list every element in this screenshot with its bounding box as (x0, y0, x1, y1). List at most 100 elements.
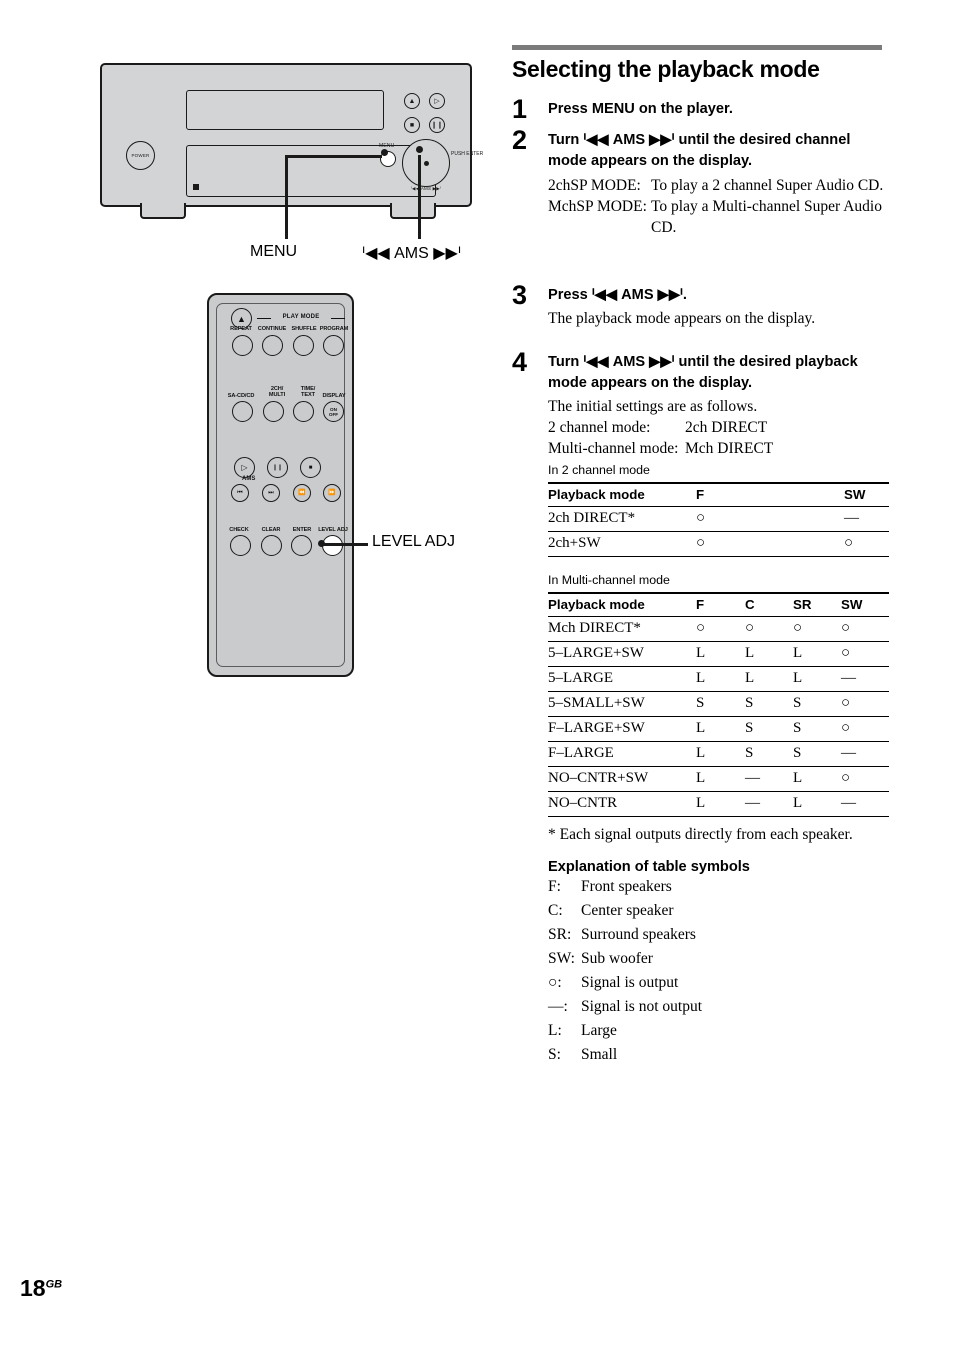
step-4-number: 4 (512, 347, 528, 377)
cell-f-row-4: L (696, 716, 745, 742)
stop-icon[interactable]: ■ (404, 117, 420, 133)
remote-rewind-icon[interactable]: ⏪ (293, 484, 311, 502)
push-enter-label: PUSH ENTER (451, 151, 484, 157)
table-row: 5–SMALL+SW S S S ○ (548, 691, 889, 717)
remote-button-enter[interactable] (291, 535, 312, 556)
step-1-title: Press MENU on the player. (548, 101, 733, 117)
table-header-row-2ch: Playback mode F SW (548, 482, 889, 507)
cell-mode-row-0: Mch DIRECT* (548, 616, 696, 642)
callout-dot-menu (381, 149, 388, 156)
col-header-playback-mode-2ch: Playback mode (548, 482, 696, 507)
remote-button-shuffle[interactable] (293, 335, 314, 356)
remote-label-program: PROGRAM (319, 326, 349, 332)
remote-button-2ch-multi[interactable] (263, 401, 284, 422)
explanation-title: Explanation of table symbols (548, 859, 750, 875)
remote-button-program[interactable] (323, 335, 344, 356)
page-number: 18GB (20, 1275, 62, 1302)
step-3-title: Press ᑊ◀◀ AMS ▶▶ᑊ. (548, 287, 687, 303)
remote-ams-label: AMS (242, 476, 256, 482)
remote-ams-next-icon[interactable]: ⏭ (262, 484, 280, 502)
mode-row-mchsp: MchSP MODE: To play a Multi-channel Supe… (548, 196, 887, 238)
cell-mode-2ch-direct: 2ch DIRECT* (548, 506, 696, 532)
step-2-title: Turn ᑊ◀◀ AMS ▶▶ᑊ until the desired chann… (548, 132, 851, 169)
cell-mode-row-1: 5–LARGE+SW (548, 641, 696, 667)
mode-key-2chsp: 2chSP MODE: (548, 177, 641, 194)
explanation-value-3: Sub woofer (581, 950, 653, 967)
explanation-value-2: Surround speakers (581, 926, 696, 943)
explanation-value-4: Signal is output (581, 974, 679, 991)
play-icon[interactable]: ▷ (429, 93, 445, 109)
remote-button-display-onoff[interactable]: ON OFF (323, 401, 344, 422)
cell-sw-row-3: ○ (841, 691, 889, 717)
play-mode-group: PLAY MODE (257, 314, 345, 322)
step-4-title: Turn ᑊ◀◀ AMS ▶▶ᑊ until the desired playb… (548, 354, 858, 391)
remote-button-clear[interactable] (261, 535, 282, 556)
power-button[interactable]: POWER (126, 141, 155, 170)
remote-button-sacd-cd[interactable] (232, 401, 253, 422)
cell-mode-row-6: NO–CNTR+SW (548, 766, 696, 792)
remote-play-icon[interactable]: ▷ (234, 457, 255, 478)
col-header-c-multi: C (745, 592, 793, 617)
skip-next-glyph: ⏭ (268, 490, 274, 496)
cell-f-row-1: L (696, 641, 745, 667)
cell-sw-2ch-direct: — (844, 506, 889, 532)
explanation-value-5: Signal is not output (581, 998, 702, 1015)
col-header-f-2ch: F (696, 482, 844, 507)
mode-value-mchsp: To play a Multi-channel Super Audio CD. (651, 198, 882, 236)
pause-icon[interactable]: ❙❙ (429, 117, 445, 133)
remote-button-continue[interactable] (262, 335, 283, 356)
playback-mode-table-multi-body: Mch DIRECT* ○ ○ ○ ○ 5–LARGE+SW L L L ○ 5–LARGE L L L —… (548, 616, 889, 817)
tray-indicator-icon (193, 184, 199, 190)
table-row: NO–CNTR+SW L — L ○ (548, 766, 889, 792)
cell-sr-row-3: S (793, 691, 841, 717)
initial-setting-2ch: 2 channel mode: 2ch DIRECT (548, 417, 887, 438)
eject-icon[interactable]: ▲ (404, 93, 420, 109)
initial-value-2ch: 2ch DIRECT (685, 419, 768, 436)
remote-ams-prev-icon[interactable]: ⏮ (231, 484, 249, 502)
ams-knob[interactable] (402, 139, 450, 187)
explanation-row-3: SW: Sub woofer (548, 947, 887, 971)
cell-c-row-3: S (745, 691, 793, 717)
cell-f-row-6: L (696, 766, 745, 792)
callout-line-ams-vertical (418, 155, 421, 239)
cell-sr-row-7: L (793, 791, 841, 817)
remote-forward-icon[interactable]: ⏩ (323, 484, 341, 502)
illustration-column: POWER MENU ▲ ▷ ■ ❙❙ PUSH ENTER ᑊ◀◀ AMS ▶… (0, 0, 500, 1352)
remote-label-level-adj: LEVEL ADJ (318, 527, 348, 533)
step-3: 3 Press ᑊ◀◀ AMS ▶▶ᑊ. The playback mode a… (512, 280, 887, 329)
remote-stop-icon[interactable]: ■ (300, 457, 321, 478)
table-header-row-multi: Playback mode F C SR SW (548, 592, 889, 617)
explanation-key-6: L: (548, 1022, 562, 1039)
remote-control-illustration: ▲ PLAY MODE REPEAT CONTINUE SHUFFLE PROG… (207, 293, 354, 677)
callout-line-menu-horizontal (285, 155, 382, 158)
mode-row-2chsp: 2chSP MODE: To play a 2 channel Super Au… (548, 175, 887, 196)
remote-button-repeat[interactable] (232, 335, 253, 356)
col-header-playback-mode-multi: Playback mode (548, 592, 696, 617)
step-3-number: 3 (512, 280, 528, 310)
explanation-key-2: SR: (548, 926, 572, 943)
remote-pause-icon[interactable]: ❙❙ (267, 457, 288, 478)
explanation-row-5: —: Signal is not output (548, 995, 887, 1019)
cell-sr-row-6: L (793, 766, 841, 792)
explanation-row-7: S: Small (548, 1043, 887, 1067)
cell-mode-row-5: F–LARGE (548, 741, 696, 767)
table-row: F–LARGE+SW L S S ○ (548, 716, 889, 742)
page-region-code: GB (45, 1278, 63, 1291)
cell-f-row-5: L (696, 741, 745, 767)
col-header-f-multi: F (696, 592, 745, 617)
cell-mode-row-3: 5–SMALL+SW (548, 691, 696, 717)
cell-f-row-0: ○ (696, 616, 745, 642)
table-caption-multi: In Multi-channel mode (548, 573, 670, 587)
remote-button-time-text[interactable] (293, 401, 314, 422)
callout-label-ams: ᑊ◀◀ AMS ▶▶ᑊ (362, 245, 461, 262)
cell-c-row-4: S (745, 716, 793, 742)
ams-knob-center (423, 160, 429, 166)
rewind-glyph: ⏪ (298, 490, 306, 496)
initial-setting-multi: Multi-channel mode: Mch DIRECT (548, 438, 887, 459)
cell-c-row-2: L (745, 666, 793, 692)
cell-c-row-0: ○ (745, 616, 793, 642)
explanation-row-1: C: Center speaker (548, 899, 887, 923)
cell-mode-row-4: F–LARGE+SW (548, 716, 696, 742)
explanation-value-6: Large (581, 1022, 617, 1039)
remote-button-check[interactable] (230, 535, 251, 556)
